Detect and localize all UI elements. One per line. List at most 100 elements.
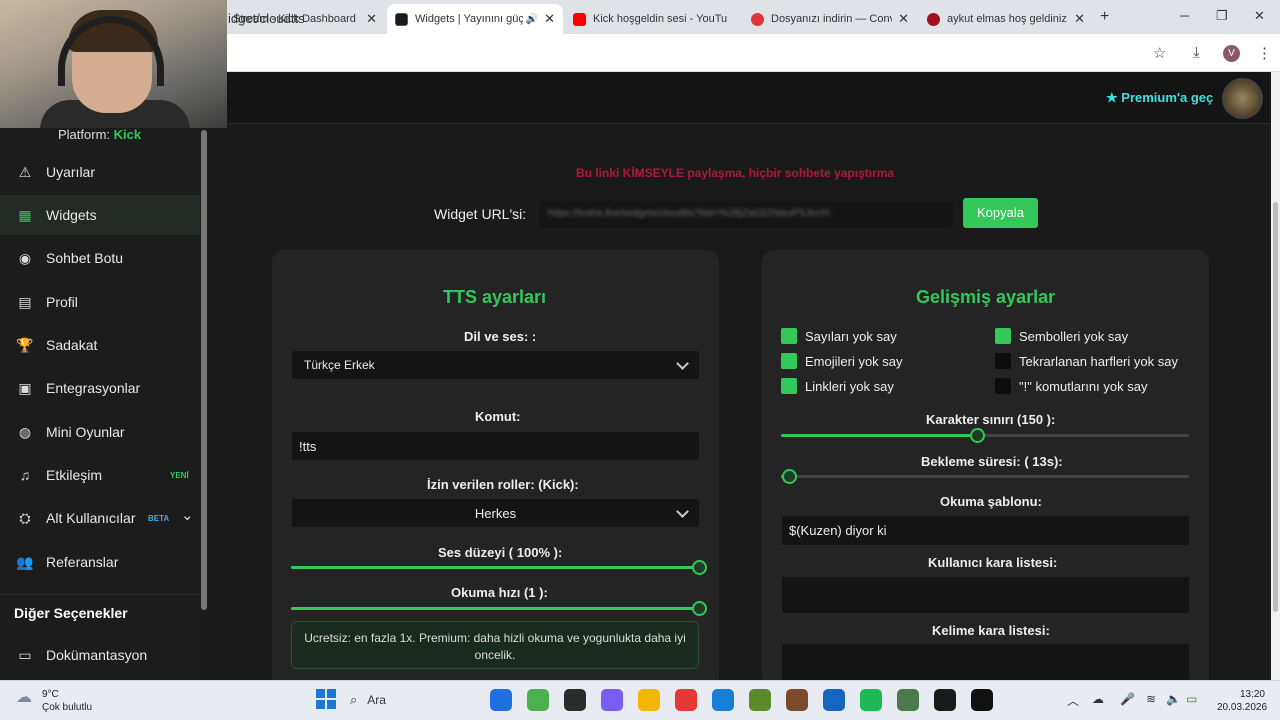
wifi-icon[interactable]: ≋	[1146, 692, 1156, 706]
taskbar-app-icon[interactable]	[860, 689, 882, 711]
url-field[interactable]: idget/cloudtts	[228, 11, 305, 26]
browser-tab-convert[interactable]: Dosyanızı indirin — Conve ✕	[743, 4, 917, 34]
sidebar-item-sadakat[interactable]: 🏆 Sadakat	[0, 325, 200, 365]
search-icon: ⌕	[350, 692, 358, 707]
taskbar-app-icon[interactable]	[712, 689, 734, 711]
taskbar-app-icon[interactable]	[638, 689, 660, 711]
checkbox-ignore-emojis[interactable]: Emojileri yok say	[781, 353, 903, 369]
trophy-icon: 🏆	[16, 336, 34, 353]
integration-icon: ▣	[18, 379, 32, 396]
sidebar-item-dokumantasyon[interactable]: ▭ Dokümantasyon	[0, 635, 200, 675]
checkbox-ignore-links[interactable]: Linkleri yok say	[781, 378, 894, 394]
menu-kebab-icon[interactable]: ⋮	[1257, 44, 1272, 62]
sidebar-item-mini-oyunlar[interactable]: ◍ Mini Oyunlar	[0, 412, 200, 452]
char-limit-slider[interactable]	[781, 428, 1189, 443]
user-avatar[interactable]	[1222, 78, 1263, 119]
sidebar-item-referanslar[interactable]: 👥 Referanslar	[0, 542, 200, 582]
command-input[interactable]: !tts	[292, 432, 699, 460]
speaker-icon[interactable]: 🔊	[526, 14, 538, 25]
windows-start-icon[interactable]	[316, 689, 336, 709]
widget-url-label: Widget URL'si:	[434, 206, 527, 222]
close-icon[interactable]: ✕	[544, 11, 555, 27]
checkbox-ignore-numbers[interactable]: Sayıları yok say	[781, 328, 897, 344]
browser-tab-widgets[interactable]: Widgets | Yayınını güçl 🔊 ✕	[387, 4, 563, 34]
template-input[interactable]: $(Kuzen) diyor ki	[782, 516, 1189, 545]
sidebar-item-uyarilar[interactable]: ⚠ Uyarılar	[0, 152, 200, 192]
sidebar-scrollbar[interactable]	[201, 130, 207, 610]
weather-widget[interactable]: ☁ 9°C Çok bulutlu	[16, 688, 92, 714]
chevron-down-icon[interactable]: ⌄	[181, 506, 194, 524]
download-icon[interactable]: ⤓	[1193, 44, 1200, 61]
taskbar-search[interactable]: ⌕ Ara	[350, 689, 480, 711]
taskbar-app-icon[interactable]	[601, 689, 623, 711]
minimize-button[interactable]: ─	[1180, 8, 1189, 23]
taskbar-app-icon[interactable]	[823, 689, 845, 711]
cooldown-slider[interactable]	[781, 469, 1189, 484]
taskbar-app-icon[interactable]	[934, 689, 956, 711]
sidebar-item-alt-kullanicilar[interactable]: ⛭ Alt Kullanıcılar	[0, 498, 200, 538]
convert-favicon-icon	[751, 12, 764, 26]
taskbar-clock[interactable]: 13:20 20.03.2026	[1217, 688, 1267, 714]
premium-button[interactable]: ★ Premium'a geç	[1106, 90, 1213, 106]
sidebar-item-entegrasyonlar[interactable]: ▣ Entegrasyonlar	[0, 368, 200, 408]
beta-badge: BETA	[148, 514, 170, 523]
gamepad-icon: ◍	[18, 423, 32, 440]
sidebar-section-title: Diğer Seçenekler	[14, 605, 128, 621]
taskbar-app-icon[interactable]	[675, 689, 697, 711]
taskbar-app-icon[interactable]	[490, 689, 512, 711]
speed-info-note: Ucretsiz: en fazla 1x. Premium: daha hiz…	[291, 621, 699, 669]
voice-select[interactable]: Türkçe Erkek	[292, 351, 699, 379]
advanced-card-title: Gelişmiş ayarlar	[916, 287, 1056, 307]
checkbox-ignore-symbols[interactable]: Sembolleri yok say	[995, 328, 1128, 344]
roles-value: Herkes	[474, 505, 517, 521]
new-tab-button[interactable]: +	[1100, 8, 1109, 26]
close-icon[interactable]: ✕	[1074, 11, 1085, 27]
restore-button[interactable]: ❐	[1216, 8, 1228, 24]
sidebar-item-profil[interactable]: ▤ Profil	[0, 282, 200, 322]
user-blacklist-input[interactable]	[782, 577, 1189, 613]
browser-tab-youtube[interactable]: Kick hoşgeldin sesi - YouTu	[565, 4, 741, 34]
slider-handle[interactable]	[692, 601, 707, 616]
checkbox-ignore-repeated-letters[interactable]: Tekrarlanan harfleri yok say	[995, 353, 1178, 369]
taskbar-app-icon[interactable]	[564, 689, 586, 711]
roles-label: İzin verilen roller: (Kick):	[427, 477, 579, 492]
widget-url-field[interactable]: https://botrix.live/widgets/cloudtts?bid…	[537, 199, 955, 229]
word-blacklist-input[interactable]	[782, 644, 1189, 680]
warning-icon: ⚠	[18, 163, 32, 180]
taskbar-app-icon[interactable]	[786, 689, 808, 711]
page-scrollbar[interactable]	[1271, 72, 1280, 680]
browser-profile-avatar[interactable]: V	[1223, 45, 1240, 62]
sidebar-item-sohbet-botu[interactable]: ◉ Sohbet Botu	[0, 238, 200, 278]
volume-slider[interactable]	[291, 560, 707, 575]
star-icon: ★	[1106, 90, 1118, 105]
taskbar-app-icon[interactable]	[527, 689, 549, 711]
roles-select[interactable]: Herkes	[292, 499, 699, 527]
sidebar-item-widgets[interactable]: ▦ Widgets	[0, 195, 200, 235]
browser-tab-aykut[interactable]: aykut elmas hoş geldiniz ✕	[919, 4, 1093, 34]
robot-icon: ◉	[18, 249, 32, 266]
music-note-icon: ♫	[19, 467, 31, 483]
template-label: Okuma şablonu:	[940, 494, 1042, 509]
bookmark-star-icon[interactable]: ☆	[1153, 44, 1166, 62]
voice-value: Türkçe Erkek	[304, 358, 375, 372]
close-icon[interactable]: ✕	[366, 11, 377, 27]
voice-label: Dil ve ses: :	[464, 329, 537, 344]
tab-title: Widgets | Yayınını güçl	[415, 13, 523, 25]
document-icon: ▭	[18, 646, 32, 663]
copy-button[interactable]: Kopyala	[963, 198, 1038, 228]
slider-handle[interactable]	[692, 560, 707, 575]
close-icon[interactable]: ✕	[898, 11, 909, 27]
taskbar-app-icon[interactable]	[749, 689, 771, 711]
cloud-tray-icon[interactable]: ☁	[1092, 692, 1104, 706]
taskbar-app-icon[interactable]	[897, 689, 919, 711]
checkbox-ignore-commands[interactable]: "!" komutlarını yok say	[995, 378, 1147, 394]
speaker-icon[interactable]: 🔈	[1166, 692, 1181, 706]
close-window-button[interactable]: ✕	[1254, 8, 1265, 24]
taskbar-app-icon[interactable]	[971, 689, 993, 711]
battery-icon[interactable]: ▭	[1186, 692, 1197, 706]
microphone-icon[interactable]: 🎤	[1120, 692, 1135, 706]
chevron-up-icon[interactable]: ︿	[1067, 692, 1079, 709]
scrollbar-thumb[interactable]	[1273, 202, 1278, 612]
slider-handle[interactable]	[969, 428, 985, 443]
speed-slider[interactable]	[291, 601, 707, 616]
